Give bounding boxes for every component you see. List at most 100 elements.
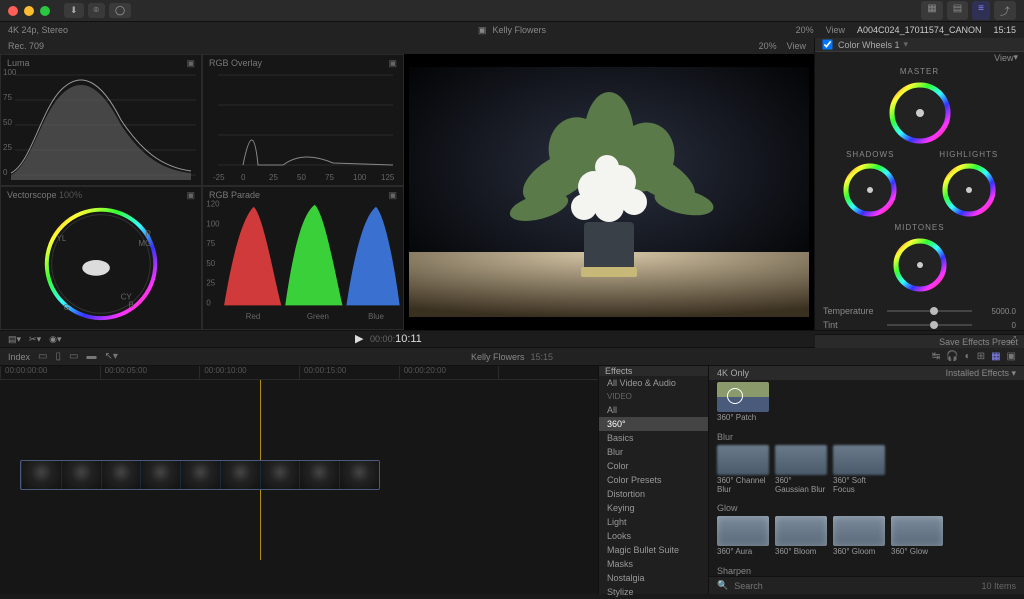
- close-icon[interactable]: [8, 6, 18, 16]
- browser-layout-button[interactable]: ▦: [921, 1, 942, 20]
- vectorscope[interactable]: Vectorscope 100% ▣ R M: [0, 186, 202, 330]
- sidebar-item-basics[interactable]: Basics: [599, 431, 708, 445]
- effect-360-soft-focus[interactable]: 360° Soft Focus: [833, 445, 885, 495]
- master-wheel[interactable]: [885, 78, 955, 148]
- sidebar-item-color[interactable]: Color: [599, 459, 708, 473]
- effects-browser: 4K Only Installed Effects ▾ 360° PatchBl…: [708, 366, 1024, 594]
- svg-text:MG: MG: [138, 239, 151, 248]
- save-effects-preset-button[interactable]: Save Effects Preset: [815, 334, 1024, 349]
- zoom-dropdown[interactable]: 20%: [759, 41, 777, 51]
- svg-text:25: 25: [269, 173, 278, 182]
- sidebar-item-all[interactable]: All: [599, 403, 708, 417]
- shadows-wheel[interactable]: SHADOWS: [839, 150, 901, 221]
- svg-text:75: 75: [206, 239, 215, 248]
- effect-360-aura[interactable]: 360° Aura: [717, 516, 769, 557]
- zoom-level[interactable]: 20%: [796, 25, 814, 35]
- view-menu[interactable]: View: [826, 25, 845, 35]
- sidebar-item-masks[interactable]: Masks: [599, 557, 708, 571]
- sidebar-item-360-[interactable]: 360°: [599, 417, 708, 431]
- share-button[interactable]: ⤴: [994, 1, 1016, 20]
- bg-tasks-button[interactable]: ◯: [109, 3, 131, 18]
- slider-temperature[interactable]: Temperature5000.0: [823, 304, 1016, 318]
- effects-search-input[interactable]: [734, 581, 834, 591]
- highlights-wheel[interactable]: HIGHLIGHTS: [938, 150, 1000, 221]
- timecode-display[interactable]: ▶ 00:00:10:11: [355, 332, 422, 346]
- scope-settings-icon[interactable]: ▣: [388, 58, 397, 69]
- effects-browser-icon[interactable]: ▦: [991, 351, 1000, 362]
- effect-360-gaussian-blur[interactable]: 360° Gaussian Blur: [775, 445, 827, 495]
- sidebar-video-header: VIDEO: [599, 390, 708, 403]
- arrow-tool-icon[interactable]: ↖▾: [104, 351, 117, 362]
- effect-360-patch[interactable]: 360° Patch: [717, 382, 769, 423]
- sidebar-item-blur[interactable]: Blur: [599, 445, 708, 459]
- midtones-wheel[interactable]: [889, 234, 951, 296]
- timeline-ruler[interactable]: 00:00:00:0000:00:05:0000:00:10:0000:00:1…: [0, 366, 598, 380]
- snapping-icon[interactable]: ⊞: [977, 351, 985, 362]
- preview-image: [409, 67, 809, 317]
- traffic-lights: [8, 6, 50, 16]
- svg-text:100: 100: [353, 173, 367, 182]
- inspector-view-menu[interactable]: View: [994, 53, 1013, 63]
- connect-clip-icon[interactable]: ▭: [38, 351, 47, 362]
- skimming-icon[interactable]: ↹: [932, 351, 940, 362]
- sidebar-item-keying[interactable]: Keying: [599, 501, 708, 515]
- sidebar-item-all-va[interactable]: All Video & Audio: [599, 376, 708, 390]
- svg-text:0: 0: [206, 298, 211, 307]
- luma-scope[interactable]: Luma ▣ 0255075100: [0, 54, 202, 186]
- append-clip-icon[interactable]: ▭: [69, 351, 78, 362]
- viewer[interactable]: 20% View: [404, 38, 814, 330]
- snap-button[interactable]: ◉▾: [49, 334, 61, 345]
- timeline-index-button[interactable]: Index: [8, 352, 30, 362]
- sidebar-item-color-presets[interactable]: Color Presets: [599, 473, 708, 487]
- svg-text:G: G: [64, 303, 70, 312]
- effects-header: Effects: [599, 366, 708, 376]
- minimize-icon[interactable]: [24, 6, 34, 16]
- timeline-clip[interactable]: A004C024_17011574_CANON: [20, 460, 380, 490]
- effect-360-glow[interactable]: 360° Glow: [891, 516, 943, 557]
- luma-label: Luma: [7, 58, 30, 68]
- inspector-header[interactable]: Color Wheels 1 ▾: [815, 38, 1024, 52]
- timeline-layout-button[interactable]: ▤: [947, 1, 968, 20]
- scope-settings-icon[interactable]: ▣: [186, 190, 195, 201]
- timeline[interactable]: 00:00:00:0000:00:05:0000:00:10:0000:00:1…: [0, 366, 598, 594]
- insert-clip-icon[interactable]: ▯: [55, 351, 61, 362]
- clip-appearance-button[interactable]: ▤▾: [8, 334, 21, 345]
- sidebar-item-distortion[interactable]: Distortion: [599, 487, 708, 501]
- sidebar-item-looks[interactable]: Looks: [599, 529, 708, 543]
- keyword-button[interactable]: ⌾: [88, 3, 105, 18]
- maximize-icon[interactable]: [40, 6, 50, 16]
- library-toggle-group: ⬇ ⌾ ◯: [64, 3, 131, 18]
- effect-360-bloom[interactable]: 360° Bloom: [775, 516, 827, 557]
- slider-tint[interactable]: Tint0: [823, 318, 1016, 332]
- audio-skim-icon[interactable]: 🎧: [946, 351, 958, 362]
- import-button[interactable]: ⬇: [64, 3, 84, 18]
- sidebar-item-nostalgia[interactable]: Nostalgia: [599, 571, 708, 585]
- solo-icon[interactable]: ◐: [965, 351, 971, 362]
- fullscreen-icon[interactable]: ⤢: [1009, 334, 1016, 345]
- sidebar-item-light[interactable]: Light: [599, 515, 708, 529]
- installed-effects-dropdown[interactable]: Installed Effects: [946, 368, 1009, 378]
- viewer-view-menu[interactable]: View: [787, 41, 806, 51]
- overwrite-clip-icon[interactable]: ▬: [86, 351, 96, 362]
- effect-enable-checkbox[interactable]: [822, 39, 832, 49]
- sidebar-item-magic-bullet-suite[interactable]: Magic Bullet Suite: [599, 543, 708, 557]
- scope-settings-icon[interactable]: ▣: [388, 190, 397, 201]
- sidebar-item-stylize[interactable]: Stylize: [599, 585, 708, 599]
- chevron-down-icon[interactable]: ▾: [904, 39, 909, 50]
- effect-360-channel-blur[interactable]: 360° Channel Blur: [717, 445, 769, 495]
- transitions-icon[interactable]: ▣: [1007, 351, 1016, 362]
- rgb-overlay-scope[interactable]: RGB Overlay ▣ -250255075100125: [202, 54, 404, 186]
- svg-text:75: 75: [325, 173, 334, 182]
- scope-settings-icon[interactable]: ▣: [186, 58, 195, 69]
- effect-360-gloom[interactable]: 360° Gloom: [833, 516, 885, 557]
- rgb-parade-scope[interactable]: RGB Parade ▣ 0255075100120 Red Green Blu…: [202, 186, 404, 330]
- search-icon: 🔍: [717, 580, 728, 591]
- inspector-layout-button[interactable]: ≡: [972, 1, 990, 20]
- svg-text:Blue: Blue: [368, 312, 384, 321]
- svg-text:0: 0: [241, 173, 246, 182]
- tools-dropdown[interactable]: ✂▾: [29, 334, 41, 345]
- svg-text:25: 25: [206, 279, 215, 288]
- play-icon[interactable]: ▶: [355, 333, 363, 345]
- svg-text:B: B: [129, 300, 134, 309]
- rgb-parade-label: RGB Parade: [209, 190, 260, 200]
